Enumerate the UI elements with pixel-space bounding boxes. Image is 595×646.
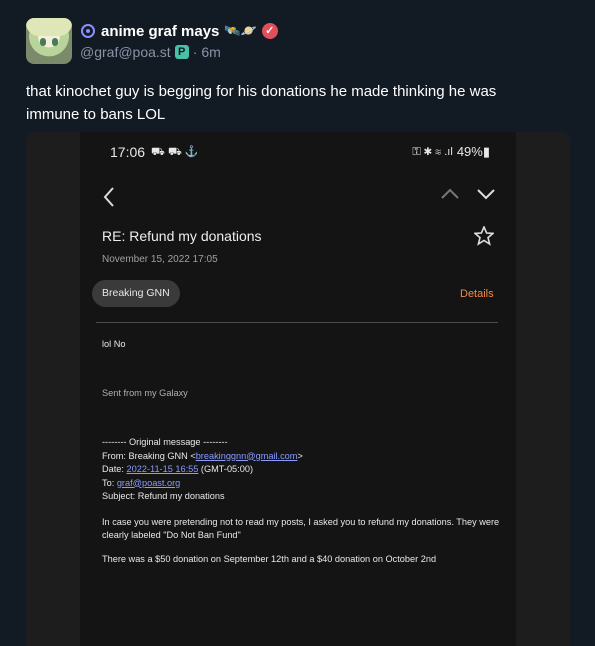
instance-icon: P <box>174 45 189 59</box>
email-subject: RE: Refund my donations <box>102 228 262 244</box>
sender-chip: Breaking GNN <box>92 280 180 307</box>
status-bar-left: 17:06 ⛟ ⛟ ⚓ <box>110 144 199 160</box>
display-name[interactable]: anime graf mays <box>101 23 219 40</box>
details-link: Details <box>460 288 494 300</box>
avatar-eye-right <box>52 38 58 46</box>
chevron-up-icon <box>440 184 460 204</box>
subject-line: Subject: Refund my donations <box>102 491 225 501</box>
post-text: that kinochet guy is begging for his don… <box>26 83 497 123</box>
post-time[interactable]: 6m <box>201 44 220 60</box>
from-line: From: Breaking GNN <breakinggnn@gmail.co… <box>102 450 303 461</box>
paragraph-2: There was a $50 donation on September 12… <box>102 553 437 564</box>
original-header: -------- Original message -------- <box>102 437 228 447</box>
phone-screenshot: 17:06 ⛟ ⛟ ⚓ ⚿ ✱ ≋ .ıl 49%▮ RE: Refund my… <box>80 132 516 646</box>
custom-emojis: 🛰️🪐 <box>224 23 257 38</box>
paragraph-1: In case you were pretending not to read … <box>102 516 500 541</box>
separator-dot: · <box>192 44 198 60</box>
date-link: 2022-11-15 16:55 <box>126 464 199 474</box>
avatar[interactable] <box>26 18 72 64</box>
status-bar-right: ⚿ ✱ ≋ .ıl 49%▮ <box>412 144 490 160</box>
avatar-eye-left <box>40 38 46 46</box>
reply-line: lol No <box>102 339 126 349</box>
to-email-link: graf@poast.org <box>116 477 181 488</box>
notification-icons: ⛟ ⛟ ⚓ <box>151 145 199 158</box>
chevron-down-icon <box>476 184 496 204</box>
avatar-hair <box>26 18 72 36</box>
star-icon <box>472 224 496 252</box>
status-time: 17:06 <box>110 144 146 160</box>
date-line: Date: 2022-11-15 16:55 (GMT-05:00) <box>102 464 254 474</box>
battery-level: 49%▮ <box>456 144 490 159</box>
from-email-link: breakinggnn@gmail.com <box>195 450 298 461</box>
signature-line: Sent from my Galaxy <box>102 387 188 398</box>
handle[interactable]: @graf@poa.st <box>80 44 171 60</box>
email-body: lol No Sent from my Galaxy -------- Orig… <box>102 338 502 566</box>
system-icons: ⚿ ✱ ≋ .ıl <box>412 145 453 158</box>
bot-icon <box>80 23 96 39</box>
back-icon <box>102 184 116 215</box>
verified-icon: ✓ <box>261 23 278 39</box>
divider <box>96 322 498 323</box>
media-attachment[interactable]: 17:06 ⛟ ⛟ ⚓ ⚿ ✱ ≋ .ıl 49%▮ RE: Refund my… <box>26 132 570 646</box>
post-header: anime graf mays 🛰️🪐 ✓ @graf@poa.st P · 6… <box>80 20 278 60</box>
to-line: To: graf@poast.org <box>102 477 181 488</box>
email-date: November 15, 2022 17:05 <box>102 254 218 265</box>
